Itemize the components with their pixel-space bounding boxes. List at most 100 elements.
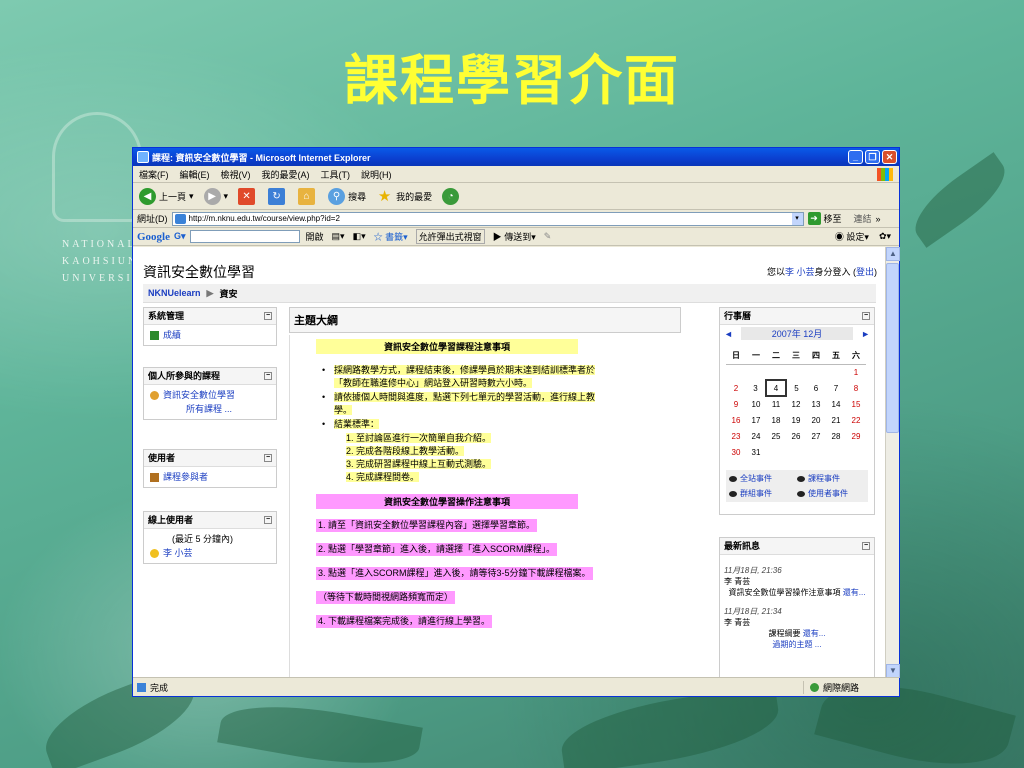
google-news-icon[interactable]: ▤▾ bbox=[332, 231, 345, 242]
google-settings-button[interactable]: ◉ 設定▾ bbox=[835, 230, 869, 243]
search-button[interactable]: ⚲ 搜尋 bbox=[328, 187, 366, 205]
calendar-day[interactable]: 19 bbox=[786, 412, 806, 428]
address-label: 網址(D) bbox=[137, 214, 168, 224]
news-more-link[interactable]: 還有... bbox=[803, 629, 826, 638]
calendar-day[interactable]: 14 bbox=[826, 396, 846, 412]
participants-link[interactable]: 課程參與者 bbox=[163, 472, 208, 482]
menu-help[interactable]: 說明(H) bbox=[361, 168, 392, 181]
calendar-day[interactable]: 28 bbox=[826, 428, 846, 444]
menu-view[interactable]: 檢視(V) bbox=[221, 168, 251, 181]
maximize-button[interactable]: ❐ bbox=[865, 150, 880, 164]
grades-link[interactable]: 成績 bbox=[163, 330, 181, 340]
menu-file[interactable]: 檔案(F) bbox=[139, 168, 169, 181]
google-g-menu[interactable]: G▾ bbox=[174, 231, 186, 242]
calendar-day[interactable]: 22 bbox=[846, 412, 866, 428]
group-events-link[interactable]: 群組事件 bbox=[740, 489, 772, 498]
calendar-day[interactable]: 24 bbox=[746, 428, 766, 444]
notice-item: 結業標準： bbox=[316, 418, 671, 431]
calendar-day[interactable]: 16 bbox=[726, 412, 746, 428]
calendar-day[interactable]: 10 bbox=[746, 396, 766, 412]
menu-edit[interactable]: 編輯(E) bbox=[180, 168, 210, 181]
site-events-link[interactable]: 全站事件 bbox=[740, 474, 772, 483]
calendar-day[interactable]: 21 bbox=[826, 412, 846, 428]
google-extra-icon[interactable]: ✿▾ bbox=[879, 231, 891, 242]
calendar-day[interactable]: 29 bbox=[846, 428, 866, 444]
calendar-day[interactable]: 11 bbox=[766, 396, 786, 412]
calendar-day[interactable]: 2 bbox=[726, 380, 746, 396]
address-dropdown-icon[interactable]: ▾ bbox=[791, 212, 803, 225]
calendar-day[interactable]: 15 bbox=[846, 396, 866, 412]
course-link[interactable]: 資訊安全數位學習 bbox=[163, 390, 235, 400]
google-go-button[interactable]: 開啟 bbox=[306, 230, 324, 243]
scroll-up-button[interactable]: ▲ bbox=[886, 247, 900, 261]
page-icon bbox=[174, 213, 186, 224]
google-bookmarks-button[interactable]: ☆ 書籤▾ bbox=[374, 230, 408, 243]
course-events-link[interactable]: 課程事件 bbox=[808, 474, 840, 483]
calendar-day[interactable]: 5 bbox=[786, 380, 806, 396]
calendar-day[interactable]: 25 bbox=[766, 428, 786, 444]
minimize-button[interactable]: _ bbox=[848, 150, 863, 164]
go-button[interactable]: ➜ 移至 bbox=[807, 212, 842, 225]
calendar-day[interactable]: 12 bbox=[786, 396, 806, 412]
home-button[interactable]: ⌂ bbox=[298, 187, 318, 205]
star-icon: ★ bbox=[377, 187, 392, 205]
calendar-day[interactable]: 27 bbox=[806, 428, 826, 444]
operation-step: 3. 點選「進入SCORM課程」進入後，請等待3-5分鐘下載課程檔案。 bbox=[316, 567, 593, 580]
back-button[interactable]: ◀ 上一頁 ▾ bbox=[139, 187, 194, 205]
highlighter-icon[interactable]: ✎ bbox=[544, 231, 552, 242]
calendar-day[interactable]: 7 bbox=[826, 380, 846, 396]
calendar-day[interactable]: 18 bbox=[766, 412, 786, 428]
collapse-icon[interactable]: − bbox=[862, 542, 870, 550]
calendar-day[interactable]: 9 bbox=[726, 396, 746, 412]
calendar-day[interactable]: 30 bbox=[726, 444, 746, 460]
google-pagerank-icon[interactable]: ◧▾ bbox=[353, 231, 366, 242]
calendar-day[interactable]: 1 bbox=[846, 364, 866, 380]
scroll-down-button[interactable]: ▼ bbox=[886, 664, 900, 678]
online-user-link[interactable]: 李 小芸 bbox=[163, 548, 193, 558]
calendar-day[interactable]: 23 bbox=[726, 428, 746, 444]
calendar-day[interactable]: 3 bbox=[746, 380, 766, 396]
calendar-day[interactable]: 8 bbox=[846, 380, 866, 396]
courses-block-title: 個人所參與的課程 bbox=[148, 371, 221, 381]
calendar-day[interactable]: 31 bbox=[746, 444, 766, 460]
links-label[interactable]: 連結 bbox=[854, 212, 872, 225]
breadcrumb-home[interactable]: NKNUelearn bbox=[148, 288, 201, 298]
vertical-scrollbar[interactable]: ▲ ▼ bbox=[885, 247, 900, 678]
calendar-day[interactable]: 4 bbox=[765, 379, 787, 397]
next-month-button[interactable]: ► bbox=[861, 329, 870, 339]
user-link[interactable]: 李 小芸 bbox=[785, 267, 815, 277]
address-input[interactable]: http://m.nknu.edu.tw/course/view.php?id=… bbox=[171, 211, 804, 226]
logout-link[interactable]: 登出 bbox=[856, 267, 874, 277]
news-more-link[interactable]: 還有... bbox=[843, 588, 866, 597]
stop-button[interactable]: ✕ bbox=[238, 187, 258, 205]
calendar-day[interactable]: 26 bbox=[786, 428, 806, 444]
calendar-month[interactable]: 2007年 12月 bbox=[741, 327, 853, 340]
calendar-day[interactable]: 13 bbox=[806, 396, 826, 412]
menu-favorites[interactable]: 我的最愛(A) bbox=[262, 168, 310, 181]
calendar-day[interactable]: 17 bbox=[746, 412, 766, 428]
collapse-icon[interactable]: − bbox=[264, 516, 272, 524]
collapse-icon[interactable]: − bbox=[264, 312, 272, 320]
forward-button[interactable]: ▶ ▾ bbox=[203, 187, 228, 205]
scroll-thumb[interactable] bbox=[886, 263, 899, 433]
popup-blocker-button[interactable]: 允許彈出式視窗 bbox=[415, 229, 485, 244]
send-to-button[interactable]: ▶ 傳送到▾ bbox=[493, 230, 536, 243]
history-button[interactable]: ◔ bbox=[442, 187, 462, 205]
favorites-button[interactable]: ★ 我的最愛 bbox=[376, 188, 432, 205]
all-courses-link[interactable]: 所有課程 ... bbox=[186, 404, 232, 414]
menu-tools[interactable]: 工具(T) bbox=[321, 168, 351, 181]
refresh-button[interactable]: ↻ bbox=[268, 187, 288, 205]
user-events-link[interactable]: 使用者事件 bbox=[808, 489, 848, 498]
collapse-icon[interactable]: − bbox=[264, 454, 272, 462]
prev-month-button[interactable]: ◄ bbox=[724, 329, 733, 339]
older-topics-link[interactable]: 過期的主題 ... bbox=[773, 640, 822, 649]
close-button[interactable]: ✕ bbox=[882, 150, 897, 164]
section-operation-title: 資訊安全數位學習操作注意事項 bbox=[316, 494, 578, 509]
title-bar[interactable]: 課程: 資訊安全數位學習 - Microsoft Internet Explor… bbox=[133, 148, 899, 166]
collapse-icon[interactable]: − bbox=[862, 312, 870, 320]
chevron-right-icon[interactable]: » bbox=[876, 214, 881, 224]
calendar-day[interactable]: 6 bbox=[806, 380, 826, 396]
google-search-input[interactable] bbox=[189, 230, 300, 243]
collapse-icon[interactable]: − bbox=[264, 372, 272, 380]
calendar-day[interactable]: 20 bbox=[806, 412, 826, 428]
